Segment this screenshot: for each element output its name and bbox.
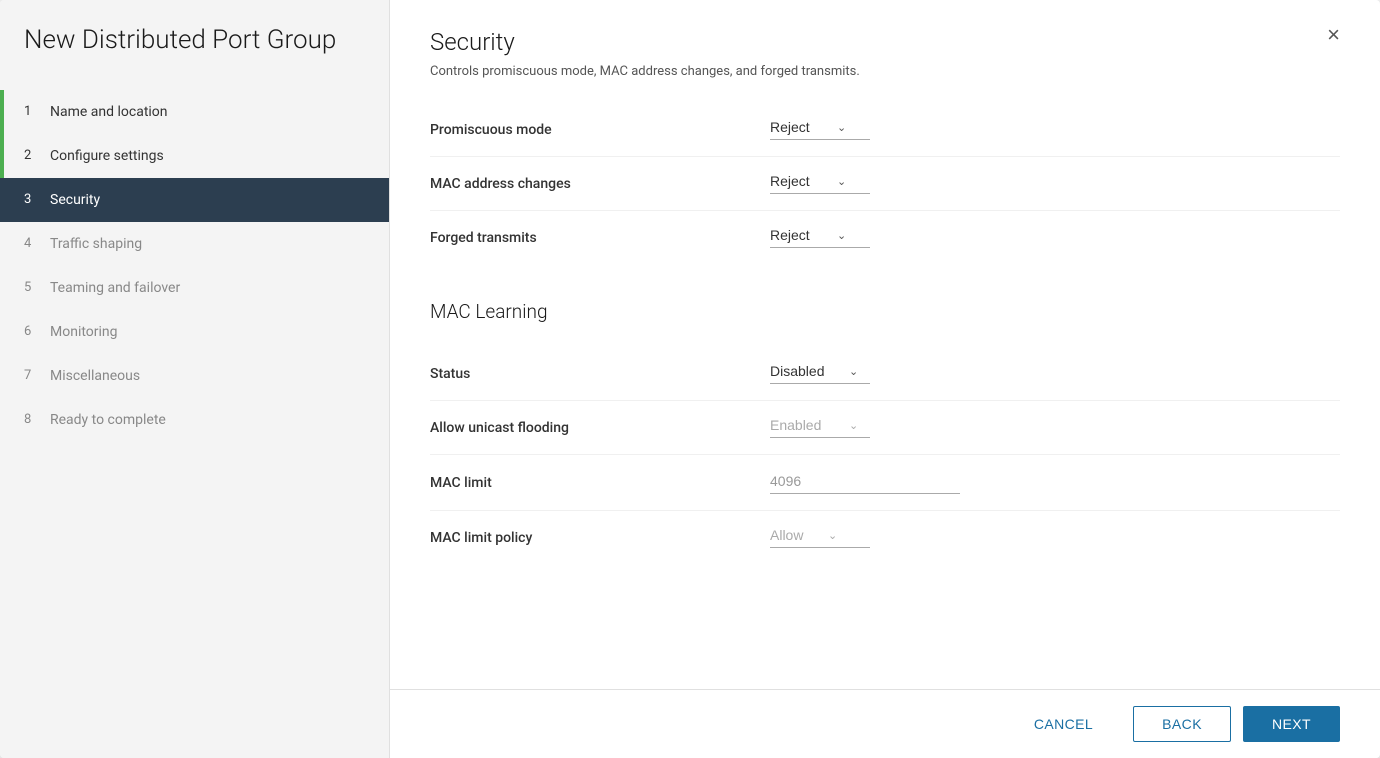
sidebar-item-teaming-failover[interactable]: 5 Teaming and failover	[0, 266, 389, 310]
mac-address-changes-select-wrapper[interactable]: Reject Accept ⌄	[770, 173, 870, 194]
mac-limit-policy-row: MAC limit policy Allow Drop ⌄	[430, 511, 1340, 564]
promiscuous-mode-select-wrapper[interactable]: Reject Accept ⌄	[770, 119, 870, 140]
mac-limit-control	[770, 471, 1340, 494]
allow-unicast-flooding-label: Allow unicast flooding	[430, 420, 770, 436]
sidebar: New Distributed Port Group 1 Name and lo…	[0, 0, 390, 758]
mac-limit-policy-label: MAC limit policy	[430, 530, 770, 546]
main-content: Security Controls promiscuous mode, MAC …	[390, 0, 1380, 758]
sidebar-item-label-5: Teaming and failover	[50, 280, 180, 296]
sidebar-item-monitoring[interactable]: 6 Monitoring	[0, 310, 389, 354]
status-control: Disabled Enabled ⌄	[770, 363, 1340, 384]
mac-learning-section: MAC Learning Status Disabled Enabled ⌄	[430, 300, 1340, 564]
mac-limit-input[interactable]	[770, 471, 960, 494]
mac-limit-policy-control: Allow Drop ⌄	[770, 527, 1340, 548]
sidebar-item-name-and-location[interactable]: 1 Name and location	[0, 90, 389, 134]
footer: CANCEL BACK NEXT	[390, 689, 1380, 758]
sidebar-title: New Distributed Port Group	[0, 24, 389, 90]
mac-limit-row: MAC limit	[430, 455, 1340, 511]
forged-transmits-select-wrapper[interactable]: Reject Accept ⌄	[770, 227, 870, 248]
forged-transmits-control: Reject Accept ⌄	[770, 227, 1340, 248]
status-select[interactable]: Disabled Enabled	[770, 363, 845, 379]
step-num-3: 3	[24, 192, 40, 207]
sidebar-item-label-2: Configure settings	[50, 148, 164, 164]
step-num-2: 2	[24, 148, 40, 163]
mac-learning-heading: MAC Learning	[430, 300, 1340, 323]
promiscuous-mode-label: Promiscuous mode	[430, 122, 770, 138]
mac-address-changes-select[interactable]: Reject Accept	[770, 173, 833, 189]
promiscuous-mode-control: Reject Accept ⌄	[770, 119, 1340, 140]
content-title-area: Security Controls promiscuous mode, MAC …	[430, 28, 860, 79]
form-area: Promiscuous mode Reject Accept ⌄	[390, 79, 1380, 689]
content-subtitle: Controls promiscuous mode, MAC address c…	[430, 64, 860, 79]
section-gap	[430, 280, 1340, 300]
sidebar-item-traffic-shaping[interactable]: 4 Traffic shaping	[0, 222, 389, 266]
step-num-4: 4	[24, 236, 40, 251]
mac-address-changes-chevron-icon: ⌄	[837, 175, 846, 188]
promiscuous-mode-row: Promiscuous mode Reject Accept ⌄	[430, 103, 1340, 157]
content-title: Security	[430, 28, 860, 56]
allow-unicast-flooding-row: Allow unicast flooding Enabled Disabled …	[430, 401, 1340, 455]
security-section: Promiscuous mode Reject Accept ⌄	[430, 103, 1340, 264]
mac-limit-policy-select[interactable]: Allow Drop	[770, 527, 824, 543]
forged-transmits-select[interactable]: Reject Accept	[770, 227, 833, 243]
mac-limit-policy-select-wrapper[interactable]: Allow Drop ⌄	[770, 527, 870, 548]
sidebar-item-label-4: Traffic shaping	[50, 236, 142, 252]
cancel-button[interactable]: CANCEL	[1006, 706, 1121, 742]
status-label: Status	[430, 366, 770, 382]
sidebar-item-label-3: Security	[50, 192, 100, 208]
status-row: Status Disabled Enabled ⌄	[430, 347, 1340, 401]
mac-address-changes-label: MAC address changes	[430, 176, 770, 192]
mac-limit-policy-chevron-icon: ⌄	[828, 529, 837, 542]
next-button[interactable]: NEXT	[1243, 706, 1340, 742]
promiscuous-mode-select[interactable]: Reject Accept	[770, 119, 833, 135]
sidebar-item-ready-to-complete[interactable]: 8 Ready to complete	[0, 398, 389, 442]
mac-address-changes-row: MAC address changes Reject Accept ⌄	[430, 157, 1340, 211]
allow-unicast-flooding-chevron-icon: ⌄	[849, 419, 858, 432]
content-header: Security Controls promiscuous mode, MAC …	[390, 0, 1380, 79]
new-distributed-port-group-dialog: New Distributed Port Group 1 Name and lo…	[0, 0, 1380, 758]
status-chevron-icon: ⌄	[849, 365, 858, 378]
mac-limit-label: MAC limit	[430, 475, 770, 491]
sidebar-item-label-8: Ready to complete	[50, 412, 166, 428]
step-num-1: 1	[24, 104, 40, 119]
sidebar-item-security[interactable]: 3 Security	[0, 178, 389, 222]
sidebar-item-label-6: Monitoring	[50, 324, 118, 340]
forged-transmits-label: Forged transmits	[430, 230, 770, 246]
forged-transmits-chevron-icon: ⌄	[837, 229, 846, 242]
step-num-7: 7	[24, 368, 40, 383]
mac-address-changes-control: Reject Accept ⌄	[770, 173, 1340, 194]
close-button[interactable]: ×	[1327, 24, 1340, 46]
step-num-6: 6	[24, 324, 40, 339]
status-select-wrapper[interactable]: Disabled Enabled ⌄	[770, 363, 870, 384]
forged-transmits-row: Forged transmits Reject Accept ⌄	[430, 211, 1340, 264]
dialog-body: New Distributed Port Group 1 Name and lo…	[0, 0, 1380, 758]
allow-unicast-flooding-select-wrapper[interactable]: Enabled Disabled ⌄	[770, 417, 870, 438]
allow-unicast-flooding-select[interactable]: Enabled Disabled	[770, 417, 845, 433]
allow-unicast-flooding-control: Enabled Disabled ⌄	[770, 417, 1340, 438]
back-button[interactable]: BACK	[1133, 706, 1231, 742]
sidebar-item-miscellaneous[interactable]: 7 Miscellaneous	[0, 354, 389, 398]
sidebar-item-configure-settings[interactable]: 2 Configure settings	[0, 134, 389, 178]
promiscuous-mode-chevron-icon: ⌄	[837, 121, 846, 134]
step-num-5: 5	[24, 280, 40, 295]
sidebar-item-label-1: Name and location	[50, 104, 168, 120]
sidebar-item-label-7: Miscellaneous	[50, 368, 140, 384]
step-num-8: 8	[24, 412, 40, 427]
